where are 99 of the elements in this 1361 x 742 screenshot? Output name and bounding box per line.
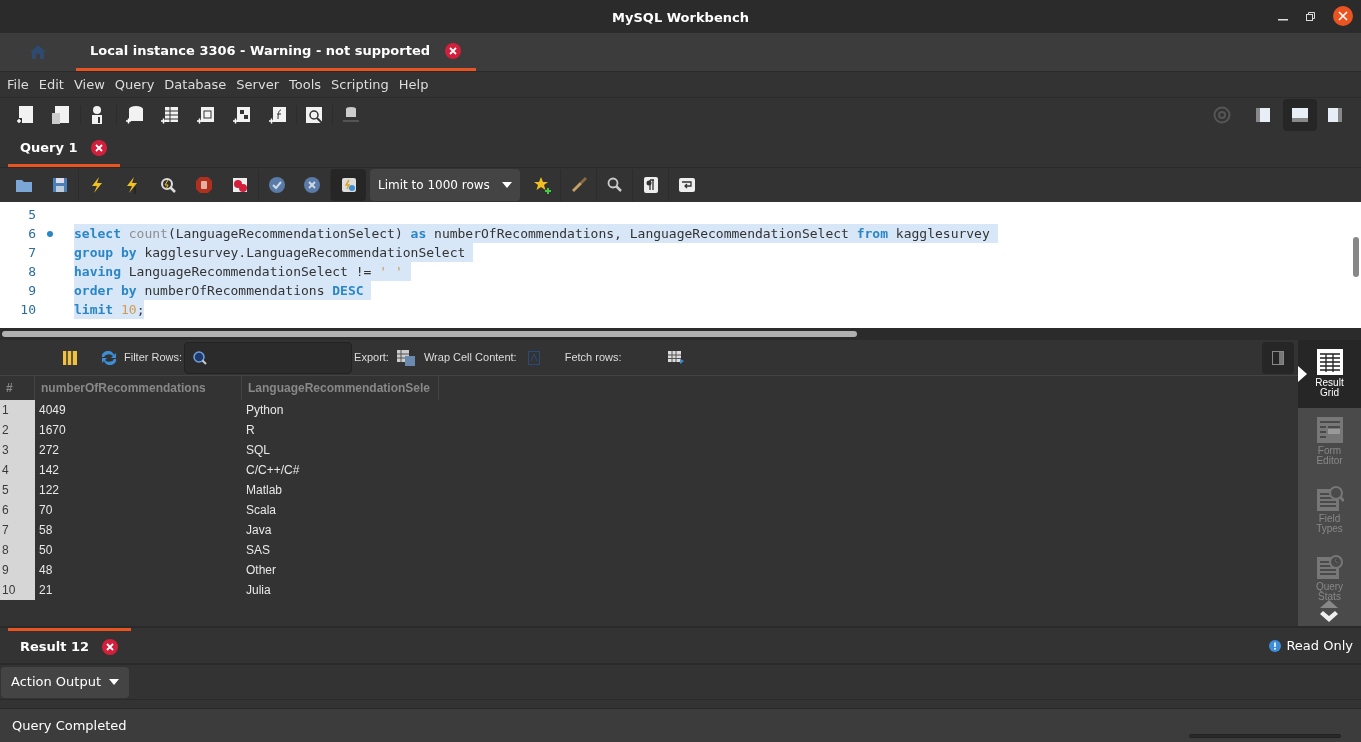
menu-item[interactable]: File [2, 74, 34, 95]
table-cell-text: 21 [38, 582, 54, 599]
output-toggle-icon[interactable] [1292, 108, 1308, 122]
table-cell-text: 1670 [38, 422, 67, 439]
row-number: 4 [0, 460, 35, 480]
export-icon[interactable] [396, 349, 415, 366]
table-cell-text: 4049 [38, 402, 67, 419]
menu-item[interactable]: Database [159, 74, 232, 95]
row-number: 8 [0, 540, 35, 560]
line-number: 9 [27, 281, 36, 300]
line-number: 7 [27, 243, 36, 262]
types-view-icon [1315, 484, 1344, 512]
panel-toggle-icon[interactable] [1272, 351, 1284, 365]
row-number: 1 [0, 400, 35, 420]
line-number: 6 [27, 224, 36, 243]
form-view-icon [1315, 416, 1344, 444]
scrollbar-thumb[interactable] [1353, 237, 1359, 277]
table-cell-text: SAS [245, 542, 271, 559]
table-cell-text: 48 [38, 562, 54, 579]
window-title: MySQL Workbench [612, 9, 749, 25]
table-cell-text: 70 [38, 502, 54, 519]
table-cell-text: 50 [38, 542, 54, 559]
row-number: 5 [0, 480, 35, 500]
table-cell-text: 122 [38, 482, 61, 499]
sidebar-toggle-icon[interactable] [1256, 108, 1272, 122]
column-grid-icon[interactable] [63, 350, 77, 365]
row-number: 3 [0, 440, 35, 460]
close-icon[interactable] [444, 41, 463, 60]
menu-item[interactable]: Help [393, 74, 434, 95]
menu-item[interactable]: Edit [33, 74, 69, 95]
menu-item[interactable]: Tools [284, 74, 327, 95]
wrap-icon[interactable] [677, 176, 696, 194]
export-label: Export: [354, 350, 389, 366]
add-database-icon[interactable] [124, 105, 145, 125]
menu-item[interactable]: Server [231, 74, 284, 95]
add-view-icon[interactable] [196, 105, 216, 125]
add-table-icon[interactable] [160, 105, 180, 125]
limit-dropdown[interactable]: Limit to 1000 rows [370, 169, 520, 201]
table-cell-text: Scala [245, 502, 278, 519]
filter-label: Filter Rows: [124, 350, 183, 366]
wrap-cell-icon[interactable] [527, 350, 540, 365]
menu-item[interactable]: Query [109, 74, 160, 95]
close-icon[interactable] [1333, 6, 1353, 26]
close-icon[interactable] [89, 139, 108, 157]
table-cell-text: Java [245, 522, 273, 539]
find-icon[interactable] [605, 176, 624, 194]
add-function-icon[interactable] [268, 105, 288, 125]
search-icon [193, 350, 208, 365]
menu-item[interactable]: Scripting [326, 74, 394, 95]
save-icon[interactable] [51, 176, 69, 194]
row-number: 9 [0, 560, 35, 580]
table-cell-text: Julia [245, 582, 272, 599]
panel-toggle-icon[interactable] [1328, 108, 1344, 122]
row-number: 10 [0, 580, 35, 600]
pilcrow-icon[interactable] [641, 176, 660, 194]
wrap-label: Wrap Cell Content: [423, 350, 517, 366]
column-header[interactable]: LanguageRecommendationSele [242, 376, 439, 400]
pointer-arrow-icon [1298, 366, 1307, 382]
read-only-label: Read Only [1286, 636, 1353, 655]
caret-icon [502, 182, 512, 188]
table-cell-text: 142 [38, 462, 61, 479]
fetch-label: Fetch rows: [564, 350, 622, 366]
table-cell-text: Python [245, 402, 285, 419]
fetch-rows-icon[interactable] [667, 351, 684, 364]
refresh-icon[interactable] [100, 350, 118, 365]
table-cell-text: C/C++/C# [245, 462, 301, 479]
row-number: 2 [0, 420, 35, 440]
info-icon [1269, 639, 1282, 652]
stats-view-icon [1315, 552, 1344, 580]
menu-item[interactable]: View [68, 74, 110, 95]
restore-icon[interactable] [1306, 11, 1315, 21]
line-number: 8 [27, 262, 36, 281]
close-icon[interactable] [101, 638, 120, 656]
column-header[interactable]: numberOfRecommendations [35, 376, 242, 400]
table-cell-text: Matlab [245, 482, 284, 499]
table-cell-text: SQL [245, 442, 271, 459]
search-table-icon[interactable] [304, 105, 325, 125]
rollback-x-icon[interactable] [303, 176, 321, 194]
add-procedure-icon[interactable] [232, 105, 252, 125]
commit-check-icon[interactable] [267, 176, 286, 194]
star-plus-icon[interactable] [533, 176, 551, 194]
table-cell-text: 58 [38, 522, 54, 539]
scrollbar-thumb[interactable] [2, 331, 857, 337]
row-number: 6 [0, 500, 35, 520]
magnifier-lightning-icon[interactable] [159, 176, 177, 194]
caret-icon [109, 679, 119, 685]
table-cell-text: Other [245, 562, 277, 579]
action-output-dropdown[interactable]: Action Output [1, 666, 129, 698]
result-view-tab[interactable]: Result Grid [1298, 340, 1361, 408]
sql-file-icon[interactable] [52, 105, 72, 125]
line-number: 10 [19, 300, 36, 319]
filter-field[interactable] [184, 341, 353, 374]
table-cell-text: 272 [38, 442, 61, 459]
row-number: 7 [0, 520, 35, 540]
table-cell-text: R [245, 422, 256, 439]
grid-view-icon [1315, 348, 1344, 376]
status-text: Query Completed [12, 716, 127, 735]
line-number: 5 [27, 205, 36, 224]
new-sql-file-icon[interactable] [16, 105, 36, 125]
